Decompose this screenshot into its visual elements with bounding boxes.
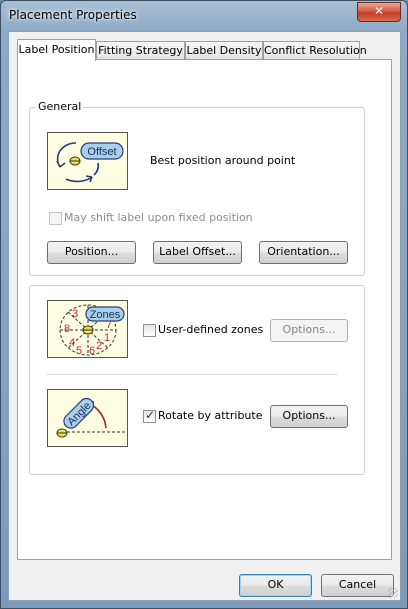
may-shift-checkbox[interactable] [49, 212, 62, 225]
zone-number-3: 3 [72, 308, 78, 320]
user-defined-zones-checkbox[interactable] [143, 324, 156, 337]
ok-button[interactable]: OK [239, 574, 312, 597]
dialog-client-area: Label Position Fitting Strategy Label De… [8, 31, 401, 601]
tab-fitting-strategy[interactable]: Fitting Strategy [96, 41, 185, 59]
close-icon: ✕ [373, 4, 385, 18]
tab-conflict-resolution[interactable]: Conflict Resolution [263, 41, 367, 59]
offset-image-text: Offset [87, 146, 116, 158]
rotate-by-attribute-label: Rotate by attribute [158, 409, 263, 422]
close-button[interactable]: ✕ [357, 2, 401, 22]
zone-number-8: 8 [64, 323, 70, 335]
offset-preview-image: Offset [47, 132, 128, 190]
may-shift-label: May shift label upon fixed position [64, 211, 253, 224]
cancel-button[interactable]: Cancel [321, 574, 394, 597]
zone-number-2: 2 [96, 340, 102, 352]
zone-number-1: 1 [104, 332, 110, 344]
zones-preview-image: 3 7 8 1 4 5 6 2 Zones [47, 300, 128, 358]
zones-options-button[interactable]: Options... [270, 319, 348, 342]
general-group-label: General [36, 100, 84, 113]
angle-preview-image: Angle [47, 389, 128, 447]
tab-label-position[interactable]: Label Position [17, 39, 96, 61]
rotate-by-attribute-checkbox[interactable]: ✓ [143, 408, 156, 423]
user-defined-zones-label: User-defined zones [158, 323, 264, 336]
rotate-options-button[interactable]: Options... [270, 405, 348, 428]
window-title: Placement Properties [9, 8, 137, 22]
label-position-panel: General Offset Best position around poin… [17, 59, 392, 560]
checkmark-icon: ✓ [145, 408, 156, 422]
label-offset-button[interactable]: Label Offset... [153, 241, 242, 264]
placement-properties-window: Placement Properties ✕ Label Position Fi… [0, 0, 408, 609]
tab-label-density[interactable]: Label Density [185, 41, 263, 59]
zones-image-text: Zones [90, 309, 121, 321]
group-separator [47, 374, 337, 375]
zone-number-6: 6 [89, 345, 95, 357]
resize-grip[interactable] [388, 588, 398, 598]
zone-number-5: 5 [76, 345, 82, 357]
zone-number-4: 4 [69, 337, 75, 349]
placement-description: Best position around point [150, 154, 296, 167]
title-bar[interactable]: Placement Properties ✕ [1, 1, 407, 29]
orientation-button[interactable]: Orientation... [259, 241, 348, 264]
position-button[interactable]: Position... [47, 241, 136, 264]
zones-rotation-group: 3 7 8 1 4 5 6 2 Zones User-defined zones… [29, 285, 365, 475]
general-group: General Offset Best position around poin… [29, 100, 365, 276]
